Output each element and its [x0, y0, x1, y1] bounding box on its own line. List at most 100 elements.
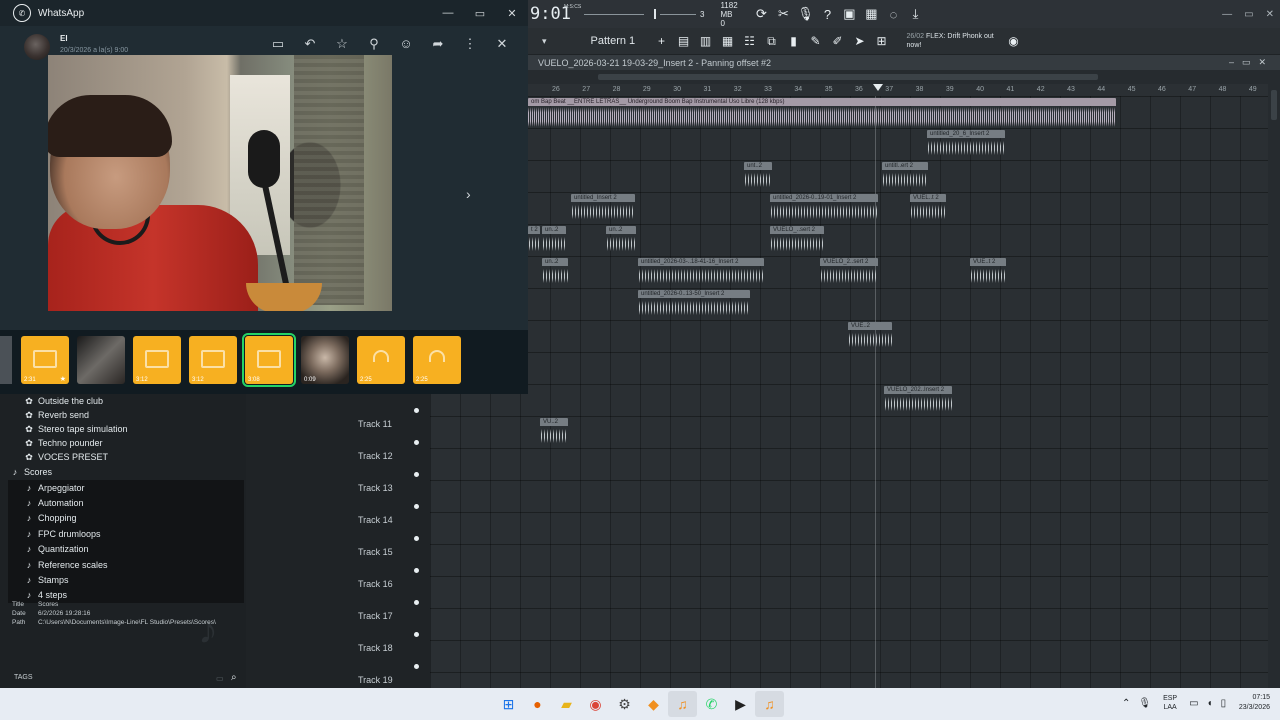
- microphone-icon[interactable]: 🎙: [794, 3, 816, 25]
- track-label[interactable]: Track 15: [358, 547, 393, 557]
- track-mute-led-icon[interactable]: [414, 536, 419, 541]
- thumb-edge[interactable]: [0, 336, 12, 384]
- audio-clip[interactable]: untitled_2026-03-..18-41-16_Insert 2: [638, 258, 764, 286]
- scissors-icon[interactable]: ✂: [772, 3, 794, 25]
- fl-minimize-button[interactable]: —: [1222, 9, 1232, 20]
- close-icon[interactable]: ✕: [486, 36, 518, 52]
- browser-item[interactable]: ♪ Chopping: [8, 510, 244, 527]
- chat-icon[interactable]: ◌: [882, 3, 904, 25]
- reply-icon[interactable]: ↶: [294, 36, 326, 52]
- tempo-slider[interactable]: [584, 13, 644, 15]
- pattern-selector[interactable]: Pattern 1: [591, 35, 651, 47]
- track-label[interactable]: Track 13: [358, 483, 393, 493]
- media-thumbnail[interactable]: 3:12: [133, 336, 181, 384]
- media-thumbnail[interactable]: 2:25: [357, 336, 405, 384]
- fl-close-button[interactable]: ✕: [1266, 9, 1274, 20]
- fl-studio-icon[interactable]: ♫: [668, 691, 697, 717]
- save-icon[interactable]: ▣: [838, 3, 860, 25]
- pattern-dropdown-icon[interactable]: ▾: [542, 36, 547, 47]
- track-mute-led-icon[interactable]: [414, 472, 419, 477]
- go-to-message-icon[interactable]: ▭: [262, 36, 294, 52]
- track-label[interactable]: Track 18: [358, 643, 393, 653]
- fl-studio-second-icon[interactable]: ♫: [755, 691, 784, 717]
- next-media-icon[interactable]: ›: [466, 186, 471, 202]
- browser-item[interactable]: ♪ Automation: [8, 495, 244, 511]
- audio-clip[interactable]: VUEL..t 2: [910, 194, 946, 222]
- master-pitch[interactable]: [648, 9, 696, 19]
- track-label[interactable]: Track 12: [358, 451, 393, 461]
- volume-icon[interactable]: ◖: [1207, 698, 1213, 709]
- browser-item[interactable]: ♪ Quantization: [8, 541, 244, 557]
- browser-item[interactable]: ♪ Reference scales: [8, 556, 244, 573]
- search-icon[interactable]: ⌕: [231, 672, 237, 683]
- browser-item[interactable]: ♪ Arpeggiator: [8, 480, 244, 496]
- browser-item[interactable]: ✿ VOCES PRESET: [8, 450, 244, 464]
- touch-tool-icon[interactable]: ➤: [849, 30, 871, 52]
- audio-clip[interactable]: VUELO_2..sert 2: [820, 258, 878, 286]
- audio-clip[interactable]: VUELO_..sert 2: [770, 226, 824, 254]
- audio-clip[interactable]: VUE..t 2: [970, 258, 1006, 286]
- audio-clip[interactable]: untitl..ert 2: [882, 162, 928, 190]
- browser-item[interactable]: ♪ Scores: [8, 464, 244, 480]
- audio-clip[interactable]: un..2: [542, 226, 566, 254]
- audio-clip[interactable]: untitled_2026-0..13-50_Insert 2: [638, 290, 750, 318]
- fl-studio-alt-icon[interactable]: ◆: [639, 691, 668, 717]
- track-mute-led-icon[interactable]: [414, 408, 419, 413]
- news-ticker[interactable]: 26/02 FLEX: Drift Phonk out now!: [907, 32, 1003, 50]
- track-label[interactable]: Track 17: [358, 611, 393, 621]
- media-thumbnail[interactable]: 0:09: [301, 336, 349, 384]
- track-mute-led-icon[interactable]: [414, 440, 419, 445]
- avatar[interactable]: [24, 34, 50, 60]
- audio-clip[interactable]: unt..2: [744, 162, 772, 190]
- track-mute-led-icon[interactable]: [414, 504, 419, 509]
- audio-clip[interactable]: VUE..2: [848, 322, 892, 350]
- audio-clip[interactable]: VUELO_202..Insert 2: [884, 386, 952, 414]
- language-indicator[interactable]: ESP LAA: [1159, 694, 1181, 712]
- chrome-icon[interactable]: ◉: [581, 691, 610, 717]
- pin-icon[interactable]: ⚲: [358, 36, 390, 52]
- firefox-icon[interactable]: ●: [523, 691, 552, 717]
- media-thumbnail[interactable]: 2:31 ★: [21, 336, 69, 384]
- track-mute-led-icon[interactable]: [414, 568, 419, 573]
- media-thumbnail[interactable]: 3:08: [242, 333, 296, 387]
- mixer-view-icon[interactable]: ☷: [739, 30, 761, 52]
- track-label[interactable]: Track 11: [358, 419, 392, 429]
- audio-clip[interactable]: untitled_20_6_Insert 2: [927, 130, 1005, 158]
- channel-rack-icon[interactable]: ▦: [717, 30, 739, 52]
- media-thumbnail[interactable]: [77, 336, 125, 384]
- piano-roll-icon[interactable]: ▥: [695, 30, 717, 52]
- browser-item[interactable]: ✿ Techno pounder: [8, 436, 244, 450]
- pencil-tool-icon[interactable]: ✎: [805, 30, 827, 52]
- brush-tool-icon[interactable]: ✐: [827, 30, 849, 52]
- audio-clip[interactable]: t 2: [528, 226, 540, 254]
- browser-item[interactable]: ✿ Stereo tape simulation: [8, 422, 244, 436]
- tag-folder-icon[interactable]: ▭: [216, 674, 224, 683]
- audio-clip-beat[interactable]: om Bap Beat __ENTRE LETRAS__ Underground…: [528, 98, 1116, 128]
- file-explorer-icon[interactable]: ▰: [552, 691, 581, 717]
- media-thumbnail[interactable]: 2:25: [413, 336, 461, 384]
- playlist-window-controls[interactable]: –▭✕: [1229, 57, 1274, 68]
- video-frame[interactable]: [48, 55, 392, 311]
- tray-mic-icon[interactable]: 🎙: [1138, 698, 1151, 709]
- track-mute-led-icon[interactable]: [414, 664, 419, 669]
- track-label[interactable]: Track 14: [358, 515, 393, 525]
- media-player-icon[interactable]: ▶: [726, 691, 755, 717]
- scroll-thumb[interactable]: [598, 74, 1098, 80]
- mixer-icon[interactable]: ▦: [860, 3, 882, 25]
- wa-minimize-button[interactable]: —: [432, 7, 464, 20]
- tags-label[interactable]: TAGS: [14, 674, 33, 681]
- windows-start-icon[interactable]: ⊞: [494, 691, 523, 717]
- audio-clip[interactable]: untitled_Insert 2: [571, 194, 635, 222]
- track-mute-led-icon[interactable]: [414, 632, 419, 637]
- browser-item[interactable]: ✿ Reverb send: [8, 408, 244, 422]
- song-time-display[interactable]: 9:01: [530, 4, 571, 24]
- audio-clip[interactable]: VU..2: [540, 418, 568, 446]
- loop-record-icon[interactable]: ⟳: [750, 3, 772, 25]
- playlist-icon[interactable]: ▤: [673, 30, 695, 52]
- playlist-v-scrollbar[interactable]: [1268, 84, 1280, 688]
- wa-maximize-button[interactable]: ▭: [464, 7, 496, 20]
- wa-close-window-button[interactable]: ✕: [496, 7, 528, 20]
- audio-clip[interactable]: un..2: [542, 258, 568, 286]
- whatsapp-taskbar-icon[interactable]: ✆: [697, 691, 726, 717]
- download-icon[interactable]: ⤓: [904, 3, 926, 25]
